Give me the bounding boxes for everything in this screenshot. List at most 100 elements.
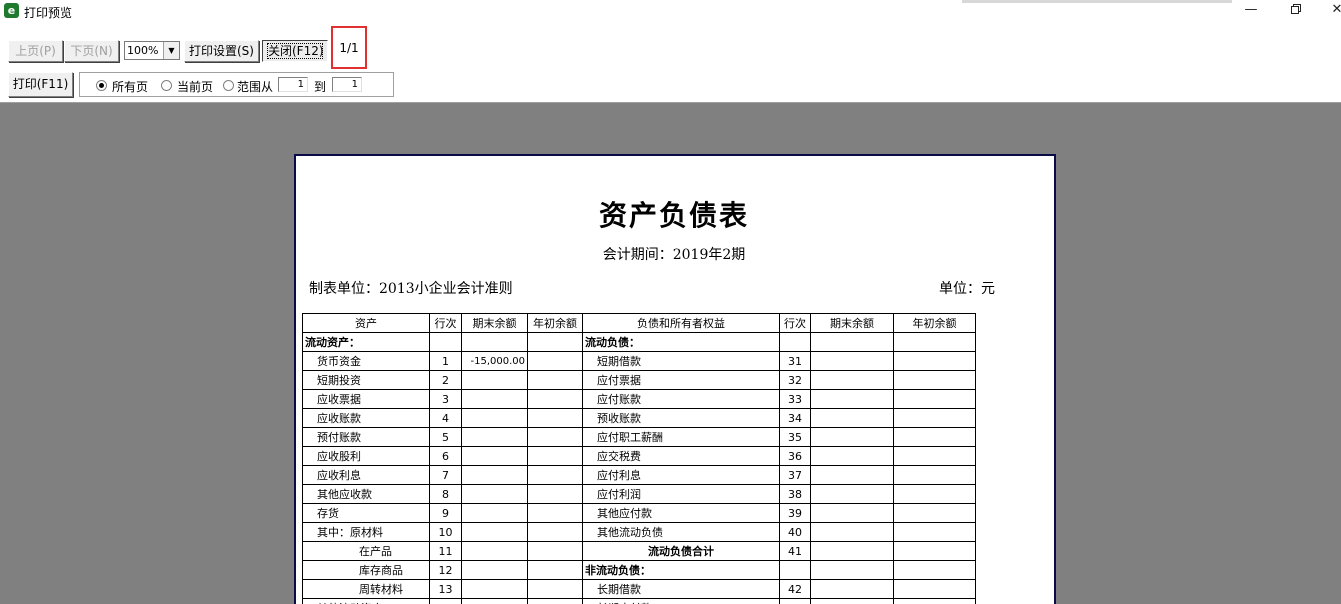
table-cell (893, 389, 976, 409)
table-row: 其中：原材料 10 其他流动负债 40 (302, 522, 976, 542)
table-row: 应收票据 3 应付账款 33 (302, 389, 976, 409)
table-cell (810, 522, 894, 542)
table-cell (810, 351, 894, 371)
table-cell (461, 541, 528, 561)
table-cell (810, 389, 894, 409)
table-cell: 库存商品 (302, 560, 430, 580)
table-cell (893, 427, 976, 447)
table-cell (527, 332, 583, 352)
table-cell (779, 332, 811, 352)
table-cell (461, 484, 528, 504)
radio-current-page[interactable] (161, 80, 172, 91)
page-indicator: 1/1 (331, 26, 367, 69)
table-cell: 存货 (302, 503, 430, 523)
range-to-label: 到 (314, 80, 327, 94)
title-bar-shadow (962, 0, 1232, 3)
chevron-down-icon[interactable]: ▼ (163, 42, 179, 59)
table-cell: 43 (779, 598, 811, 604)
table-cell: 流动负债： (582, 332, 780, 352)
table-cell: 其中：原材料 (302, 522, 430, 542)
table-cell (779, 560, 811, 580)
table-row: 其他流动资产14 长期应付款43 (302, 598, 976, 604)
all-pages-label[interactable]: 所有页 (112, 78, 148, 95)
table-cell: 应付账款 (582, 389, 780, 409)
current-page-label[interactable]: 当前页 (177, 78, 213, 95)
table-cell: 14 (429, 598, 462, 604)
table-cell (893, 370, 976, 390)
table-cell (527, 446, 583, 466)
table-row: 预付账款 5 应付职工薪酬 35 (302, 427, 976, 447)
preview-area[interactable]: 资产负债表 会计期间：2019年2期 制表单位：2013小企业会计准则 单位：元… (0, 103, 1341, 604)
table-cell (461, 389, 528, 409)
table-cell: 周转材料 (302, 579, 430, 599)
table-cell: 应付职工薪酬 (582, 427, 780, 447)
table-cell: 40 (779, 522, 811, 542)
radio-range[interactable] (223, 80, 234, 91)
table-cell (461, 522, 528, 542)
balance-sheet-table: 资产 行次 期末余额 年初余额 负债和所有者权益 行次 期末余额 年初余额 流动资产： 流动负债… (302, 313, 976, 604)
title-bar: e 打印预览 — ✕ (0, 0, 1341, 22)
table-cell (527, 389, 583, 409)
table-cell: 38 (779, 484, 811, 504)
table-cell (461, 332, 528, 352)
table-cell (429, 332, 462, 352)
table-cell (527, 351, 583, 371)
table-cell: 长期应付款 (582, 598, 780, 604)
table-cell (810, 332, 894, 352)
table-cell (893, 541, 976, 561)
range-to-input[interactable]: 1 (332, 77, 362, 92)
print-settings-button[interactable]: 打印设置(S) (184, 40, 259, 62)
table-row: 短期投资 2 应付票据 32 (302, 370, 976, 390)
table-cell: 41 (779, 541, 811, 561)
close-window-button[interactable]: ✕ (1322, 1, 1341, 19)
table-cell: 长期借款 (582, 579, 780, 599)
table-cell: 39 (779, 503, 811, 523)
table-cell: 33 (779, 389, 811, 409)
table-row: 应收利息 7 应付利息 37 (302, 465, 976, 485)
prev-page-button[interactable]: 上页(P) (8, 40, 63, 62)
table-cell: 应付利息 (582, 465, 780, 485)
table-cell (893, 579, 976, 599)
table-row: 流动资产： 流动负债： (302, 332, 976, 352)
table-cell: 31 (779, 351, 811, 371)
table-cell (893, 332, 976, 352)
column-header: 年初余额 (527, 313, 583, 333)
restore-button[interactable] (1281, 1, 1311, 19)
close-preview-button[interactable]: 关闭(F12) (262, 40, 328, 62)
table-cell: 5 (429, 427, 462, 447)
table-cell: -15,000.00 (461, 351, 528, 371)
table-cell: 在产品 (302, 541, 430, 561)
minimize-button[interactable]: — (1236, 1, 1266, 19)
table-cell (461, 446, 528, 466)
table-cell (810, 598, 894, 604)
table-cell: 32 (779, 370, 811, 390)
range-from-label[interactable]: 范围从 (237, 78, 273, 95)
table-row: 在产品 11 流动负债合计 41 (302, 541, 976, 561)
table-cell: 其他流动资产 (302, 598, 430, 604)
accounting-period: 会计期间：2019年2期 (602, 247, 746, 263)
table-cell (893, 522, 976, 542)
table-cell: 应付票据 (582, 370, 780, 390)
table-cell (810, 427, 894, 447)
table-cell (810, 465, 894, 485)
table-cell: 10 (429, 522, 462, 542)
table-cell (461, 503, 528, 523)
table-cell: 37 (779, 465, 811, 485)
table-cell: 流动资产： (302, 332, 430, 352)
table-cell (527, 522, 583, 542)
table-cell (893, 446, 976, 466)
table-cell (810, 541, 894, 561)
table-cell: 流动负债合计 (582, 541, 780, 561)
zoom-select[interactable]: 100% ▼ (124, 41, 180, 60)
table-cell: 3 (429, 389, 462, 409)
table-row: 存货 9 其他应付款 39 (302, 503, 976, 523)
print-button[interactable]: 打印(F11) (8, 72, 73, 97)
range-from-input[interactable]: 1 (278, 77, 308, 92)
table-cell (527, 503, 583, 523)
column-header: 负债和所有者权益 (582, 313, 780, 333)
table-cell: 短期投资 (302, 370, 430, 390)
table-cell: 短期借款 (582, 351, 780, 371)
radio-all-pages[interactable] (96, 80, 107, 91)
table-cell: 35 (779, 427, 811, 447)
next-page-button[interactable]: 下页(N) (64, 40, 119, 62)
